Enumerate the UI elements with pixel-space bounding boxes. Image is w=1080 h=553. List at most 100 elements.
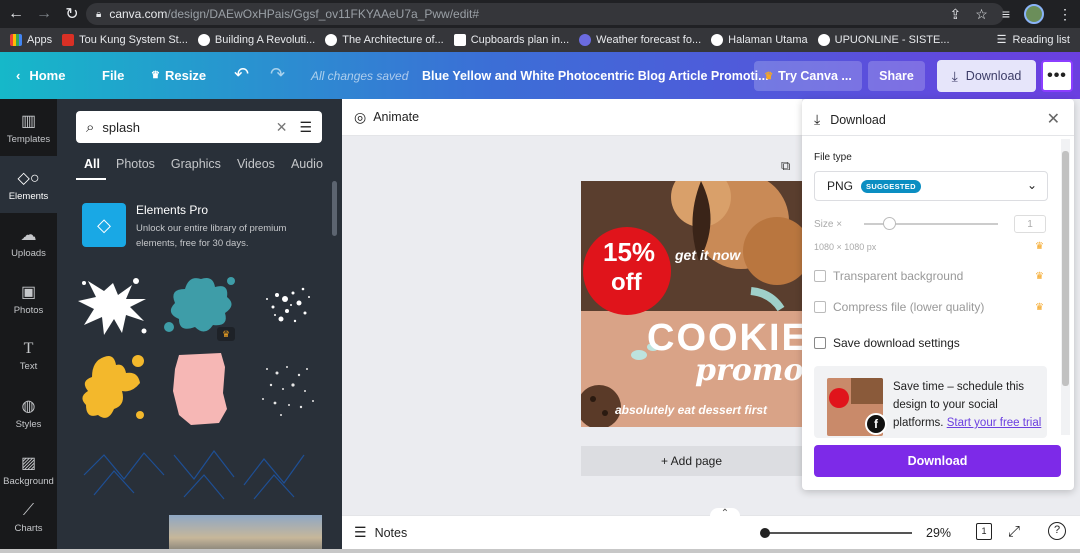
- expand-up-icon[interactable]: ⌃: [710, 508, 740, 522]
- size-slider-knob[interactable]: [883, 217, 896, 230]
- compress-checkbox[interactable]: [814, 301, 826, 313]
- save-settings-checkbox[interactable]: [814, 337, 826, 349]
- page-count[interactable]: 1: [976, 523, 992, 540]
- bookmark-item[interactable]: The Architecture of...: [325, 34, 444, 46]
- tab-graphics[interactable]: Graphics: [171, 157, 221, 171]
- filter-icon[interactable]: ☰: [299, 119, 312, 136]
- splash-blue-texture-thumbnail[interactable]: [74, 435, 324, 505]
- reading-list[interactable]: ☰ Reading list: [997, 33, 1070, 47]
- chevron-left-icon: ‹: [16, 68, 21, 83]
- elements-panel: ⌕ splash ✕ ☰ All Photos Graphics Videos …: [57, 99, 342, 553]
- rail-uploads[interactable]: ☁ Uploads: [0, 213, 57, 270]
- resize-button[interactable]: ♛ Resize: [151, 68, 206, 83]
- design-page[interactable]: 15% off get it now COOKIE promo absolute…: [581, 181, 802, 427]
- fullscreen-icon[interactable]: ⤢: [1008, 523, 1020, 540]
- bookmark-star-icon[interactable]: ☆: [975, 6, 988, 23]
- duplicate-page-icon[interactable]: ⧉: [781, 158, 790, 174]
- apps-grid-icon: [10, 34, 22, 46]
- uploads-icon: ☁: [20, 226, 37, 244]
- text-icon: T: [23, 339, 34, 357]
- splash-white-thumbnail[interactable]: [74, 269, 152, 341]
- tab-photos[interactable]: Photos: [116, 157, 155, 171]
- bookmark-item[interactable]: UPUONLINE - SISTE...: [817, 34, 950, 46]
- splash-pink-thumbnail[interactable]: [161, 349, 239, 429]
- rail-styles[interactable]: ◍ Styles: [0, 384, 57, 441]
- panel-scrollbar[interactable]: [332, 181, 337, 236]
- splash-dots-thumbnail[interactable]: [247, 349, 325, 429]
- free-trial-link[interactable]: Start your free trial: [947, 417, 1042, 429]
- zoom-slider[interactable]: [762, 532, 912, 534]
- menu-dots-icon[interactable]: ⋮: [1058, 6, 1072, 23]
- reload-icon[interactable]: ↻: [60, 2, 84, 26]
- browser-toolbar: ← → ↻ 🔒︎ canva.com/design/DAEwOxHPais/Gg…: [0, 0, 1080, 28]
- add-page-button[interactable]: + Add page: [581, 446, 802, 476]
- tab-all[interactable]: All: [84, 157, 100, 171]
- crown-icon: ♛: [1035, 271, 1044, 282]
- rail-text[interactable]: T Text: [0, 327, 57, 384]
- rail-elements[interactable]: ◇○ Elements: [0, 156, 57, 213]
- rail-templates[interactable]: ▥ Templates: [0, 99, 57, 156]
- close-icon[interactable]: ✕: [1047, 109, 1060, 129]
- more-options-button[interactable]: •••: [1041, 60, 1073, 92]
- size-input[interactable]: 1: [1014, 215, 1046, 233]
- tab-audio[interactable]: Audio: [291, 157, 323, 171]
- sky-photo-thumbnail[interactable]: [169, 515, 322, 553]
- schedule-text: Save time – schedule this design to your…: [893, 381, 1042, 429]
- tab-videos[interactable]: Videos: [237, 157, 275, 171]
- file-type-select[interactable]: PNG SUGGESTED ⌄: [814, 171, 1048, 201]
- help-icon[interactable]: ?: [1048, 522, 1066, 540]
- bookmark-item[interactable]: Halaman Utama: [711, 34, 808, 46]
- zoom-slider-knob[interactable]: [760, 528, 770, 538]
- download-icon: ⤓: [951, 67, 958, 84]
- address-bar[interactable]: 🔒︎ canva.com/design/DAEwOxHPais/Ggsf_ov1…: [86, 3, 1004, 25]
- search-field[interactable]: ⌕ splash ✕ ☰: [76, 111, 322, 143]
- search-input[interactable]: splash: [102, 120, 275, 135]
- profile-avatar[interactable]: [1024, 4, 1044, 24]
- background-icon: ▨: [20, 454, 37, 472]
- bookmark-item[interactable]: Weather forecast fo...: [579, 34, 701, 46]
- bookmark-item[interactable]: Tou Kung System St...: [62, 34, 188, 46]
- thumb-red-circle: [829, 388, 849, 408]
- compress-option[interactable]: Compress file (lower quality): [814, 300, 984, 314]
- chevron-down-icon: ⌄: [1026, 178, 1037, 192]
- bookmark-apps[interactable]: Apps: [10, 34, 52, 46]
- notes-icon[interactable]: ☰: [354, 524, 367, 541]
- elements-pro-promo[interactable]: ◇ Elements Pro Unlock our entire library…: [82, 203, 322, 253]
- category-tabs: All Photos Graphics Videos Audio: [84, 157, 323, 171]
- splash-speckle-thumbnail[interactable]: [247, 269, 325, 341]
- bookmark-item[interactable]: Building A Revoluti...: [197, 34, 315, 46]
- forward-icon[interactable]: →: [32, 2, 56, 26]
- animate-button[interactable]: Animate: [373, 110, 419, 124]
- design-title[interactable]: Blue Yellow and White Photocentric Blog …: [422, 69, 769, 83]
- rail-photos[interactable]: ▣ Photos: [0, 270, 57, 327]
- redo-button[interactable]: ↷: [270, 64, 285, 85]
- download-panel-header: ⤓ Download: [814, 111, 886, 127]
- rail-background[interactable]: ▨ Background: [0, 441, 57, 498]
- home-button[interactable]: ‹ Home: [16, 68, 65, 83]
- file-menu-button[interactable]: File: [102, 68, 124, 83]
- back-icon[interactable]: ←: [4, 2, 28, 26]
- download-button[interactable]: Download: [814, 445, 1061, 477]
- splash-yellow-thumbnail[interactable]: [74, 349, 152, 429]
- zoom-level[interactable]: 29%: [926, 526, 951, 540]
- bookmark-item[interactable]: Cupboards plan in...: [453, 34, 569, 46]
- transparent-bg-option[interactable]: Transparent background: [814, 269, 963, 283]
- google-favicon-icon: [325, 34, 338, 46]
- bookmarks-bar: Apps Tou Kung System St... Building A Re…: [0, 28, 1080, 52]
- share-button[interactable]: Share: [868, 61, 925, 91]
- left-rail: ▥ Templates ◇○ Elements ☁ Uploads ▣ Photos T…: [0, 99, 57, 553]
- try-canva-pro-button[interactable]: ♛ Try Canva ...: [754, 61, 862, 91]
- animate-icon[interactable]: ◎: [354, 109, 366, 126]
- undo-button[interactable]: ↶: [234, 64, 249, 85]
- notes-button[interactable]: Notes: [375, 526, 408, 540]
- download-button-top[interactable]: ⤓ Download: [937, 60, 1036, 92]
- save-settings-option[interactable]: Save download settings: [814, 336, 960, 350]
- rail-charts[interactable]: ⟋ Charts: [0, 498, 57, 538]
- clear-icon[interactable]: ✕: [276, 119, 288, 136]
- media-icon[interactable]: ≡: [1002, 6, 1010, 22]
- file-type-label: File type: [814, 152, 852, 163]
- panel-scrollbar-thumb[interactable]: [1062, 151, 1069, 386]
- transparent-bg-checkbox[interactable]: [814, 270, 826, 282]
- globe-favicon-icon: [711, 34, 724, 46]
- share-page-icon[interactable]: ⇪: [950, 6, 962, 23]
